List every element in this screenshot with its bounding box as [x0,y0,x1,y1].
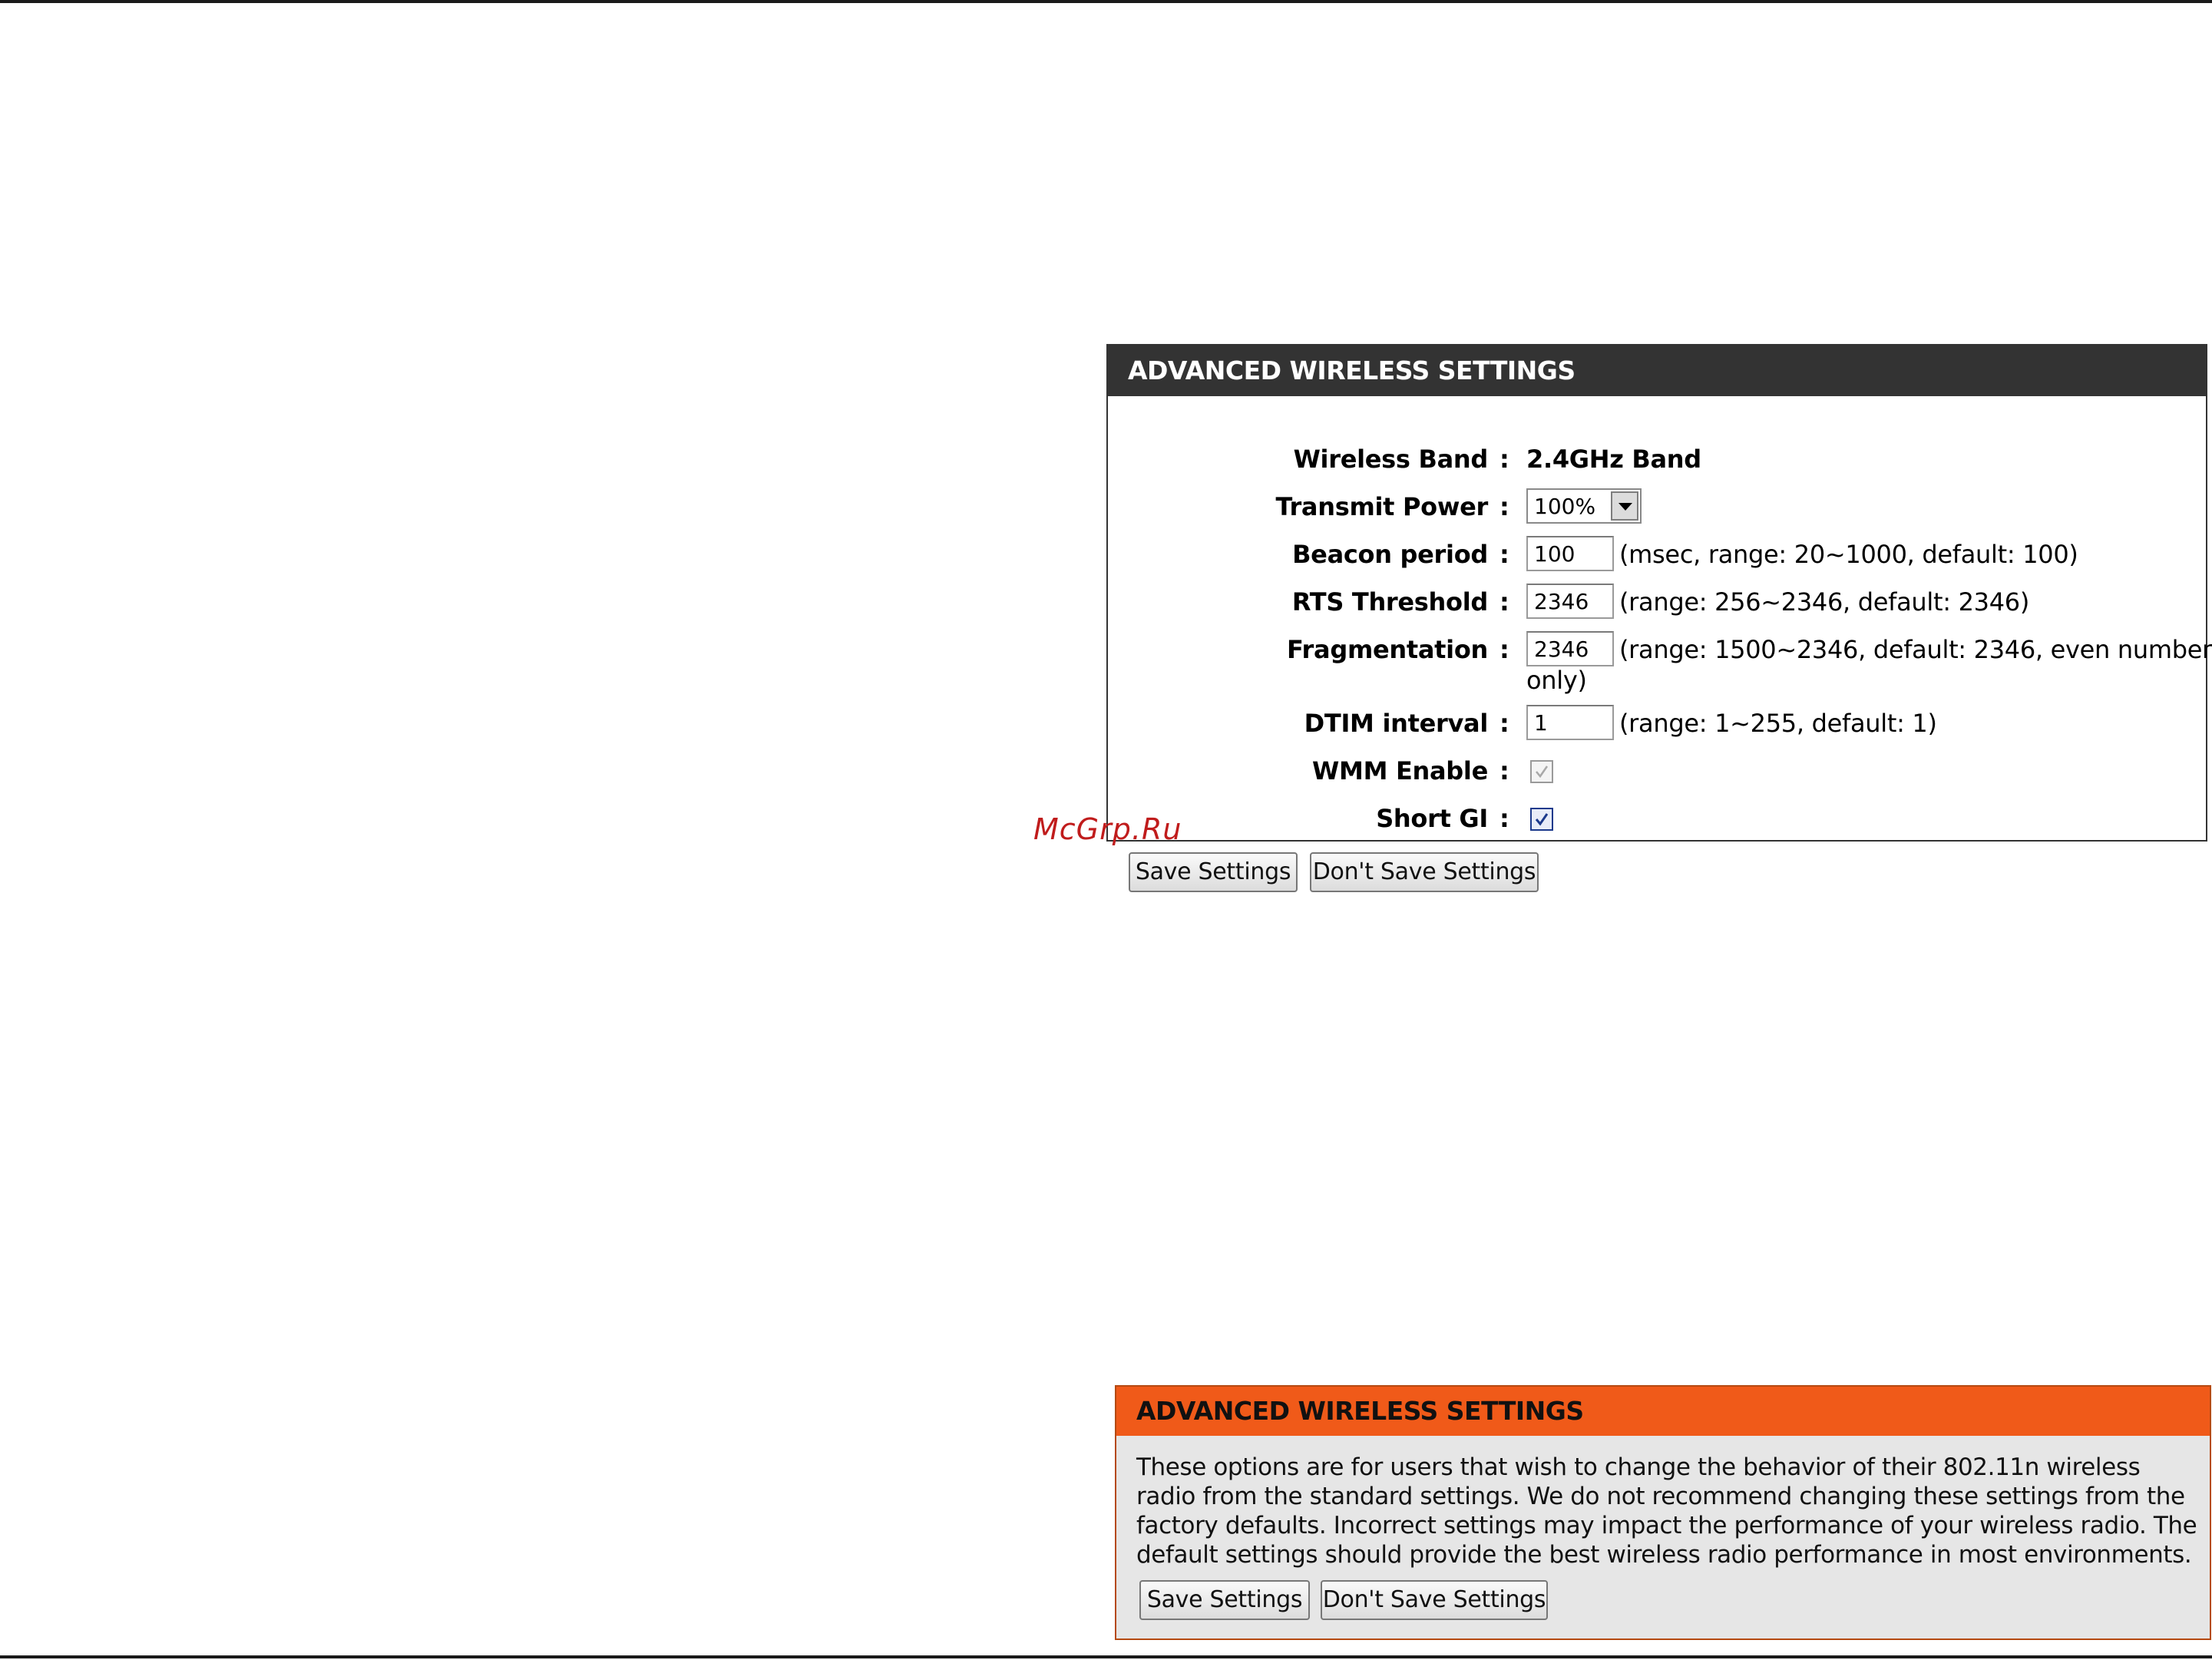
fragmentation-row: Fragmentation : (range: 1500~2346, defau… [1108,630,2212,703]
rts-threshold-label: RTS Threshold [1291,587,1488,617]
colon: : [1499,540,1509,569]
dtim-interval-row: DTIM interval : (range: 1~255, default: … [1108,703,2206,743]
rts-threshold-row: RTS Threshold : (range: 256~2346, defaul… [1108,582,2206,622]
short-gi-checkbox[interactable] [1530,808,1553,831]
chevron-down-icon[interactable] [1611,491,1638,521]
fragmentation-hint-continued: only) [1526,666,1587,695]
wmm-enable-checkbox [1530,760,1553,783]
checkmark-icon [1535,813,1549,826]
help-dont-save-settings-button[interactable]: Don't Save Settings [1321,1580,1548,1620]
help-panel-description: These options are for users that wish to… [1136,1453,2197,1569]
rts-threshold-input[interactable] [1526,584,1614,619]
colon: : [1499,492,1509,521]
checkmark-icon [1536,766,1549,779]
wmm-enable-row: WMM Enable : [1108,751,2206,791]
beacon-period-input[interactable] [1526,536,1614,571]
transmit-power-select[interactable]: 100% [1526,488,1642,524]
transmit-power-row: Transmit Power : 100% [1108,487,2206,527]
colon: : [1499,587,1509,617]
colon: : [1499,635,1509,664]
short-gi-label: Short GI [1376,804,1488,833]
help-save-settings-button[interactable]: Save Settings [1139,1580,1310,1620]
watermark: McGrp.Ru [1033,812,1182,846]
transmit-power-label: Transmit Power [1275,492,1488,521]
transmit-power-selected: 100% [1534,494,1596,519]
help-panel-title: ADVANCED WIRELESS SETTINGS [1116,1387,2210,1436]
wireless-band-label: Wireless Band [1293,445,1489,474]
panel-title: ADVANCED WIRELESS SETTINGS [1108,346,2206,396]
dtim-interval-input[interactable] [1526,705,1614,740]
short-gi-row: Short GI : [1108,799,2206,838]
dont-save-settings-button[interactable]: Don't Save Settings [1310,852,1539,892]
wireless-band-row: Wireless Band : 2.4GHz Band [1108,439,2206,479]
advanced-wireless-settings-panel: ADVANCED WIRELESS SETTINGS Wireless Band… [1106,344,2212,842]
wireless-band-value: 2.4GHz Band [1526,445,1701,474]
dtim-interval-hint: (range: 1~255, default: 1) [1619,709,1937,738]
fragmentation-label: Fragmentation [1287,635,1488,664]
help-panel: ADVANCED WIRELESS SETTINGS These options… [1115,1385,2211,1640]
wmm-enable-label: WMM Enable [1312,756,1488,785]
colon: : [1499,756,1509,785]
save-settings-button[interactable]: Save Settings [1129,852,1298,892]
bottom-rule [0,1655,2212,1658]
colon: : [1499,804,1509,833]
rts-threshold-hint: (range: 256~2346, default: 2346) [1619,587,2030,617]
beacon-period-label: Beacon period [1292,540,1488,569]
beacon-period-row: Beacon period : (msec, range: 20~1000, d… [1108,534,2206,574]
beacon-period-hint: (msec, range: 20~1000, default: 100) [1619,540,2078,569]
dtim-interval-label: DTIM interval [1304,709,1489,738]
colon: : [1499,709,1509,738]
fragmentation-hint: (range: 1500~2346, default: 2346, even n… [1619,635,2212,664]
fragmentation-input[interactable] [1526,631,1614,666]
top-rule [0,0,2212,3]
colon: : [1499,445,1509,474]
